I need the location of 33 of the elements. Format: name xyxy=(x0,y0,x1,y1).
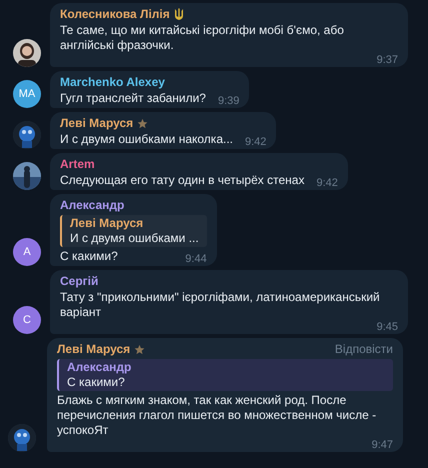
quoted-text: С какими? xyxy=(67,375,126,390)
user-avatar[interactable]: C xyxy=(13,306,41,334)
message-time: 9:42 xyxy=(315,177,338,189)
star-icon xyxy=(137,118,148,129)
author-name[interactable]: Artem xyxy=(60,157,95,172)
user-avatar[interactable]: A xyxy=(13,238,41,266)
quoted-text: И с двумя ошибками ... xyxy=(70,231,199,246)
message-text: И с двумя ошибками наколка... xyxy=(60,132,233,147)
message-time: 9:45 xyxy=(376,321,398,333)
reply-quote[interactable]: Леві Маруся И с двумя ошибками ... xyxy=(60,215,207,247)
quoted-author: Александр xyxy=(67,360,132,375)
message-time: 9:47 xyxy=(370,439,393,451)
quoted-author: Леві Маруся xyxy=(70,216,144,231)
reply-link[interactable]: Відповісти xyxy=(334,342,393,357)
author-name[interactable]: Леві Маруся xyxy=(60,116,134,131)
author-name[interactable]: Александр xyxy=(60,198,124,213)
message-time: 9:44 xyxy=(184,253,207,265)
message-text: Те саме, що ми китайські ієрогліфи мобі б'ємо, або англійські фразочки. xyxy=(60,23,345,53)
message-text: Следующая его тату один в четырёх стенах xyxy=(60,173,304,188)
trident-icon xyxy=(174,8,184,21)
message-time: 9:39 xyxy=(216,95,240,107)
message-text: С какими? xyxy=(60,249,118,264)
message-text: Гугл транслейт забанили? xyxy=(60,91,206,106)
reply-quote[interactable]: Александр С какими? xyxy=(57,359,393,391)
star-icon xyxy=(134,344,146,355)
author-name[interactable]: Сергій xyxy=(60,274,98,289)
author-name[interactable]: Колесникова Лілія xyxy=(60,7,170,22)
author-name[interactable]: Marchenko Alexey xyxy=(60,75,165,90)
message-time: 9:37 xyxy=(376,54,398,66)
message-text: Тату з "прикольними" ієрогліфами, латиноамериканський варіант xyxy=(60,290,381,320)
message-time: 9:42 xyxy=(244,136,266,148)
message-text: Блажь с мягким знаком, так как женский род. После перечисления глагол пишется во множественном числе - успокоЯт xyxy=(57,393,378,438)
author-name[interactable]: Леві Маруся xyxy=(57,342,130,357)
